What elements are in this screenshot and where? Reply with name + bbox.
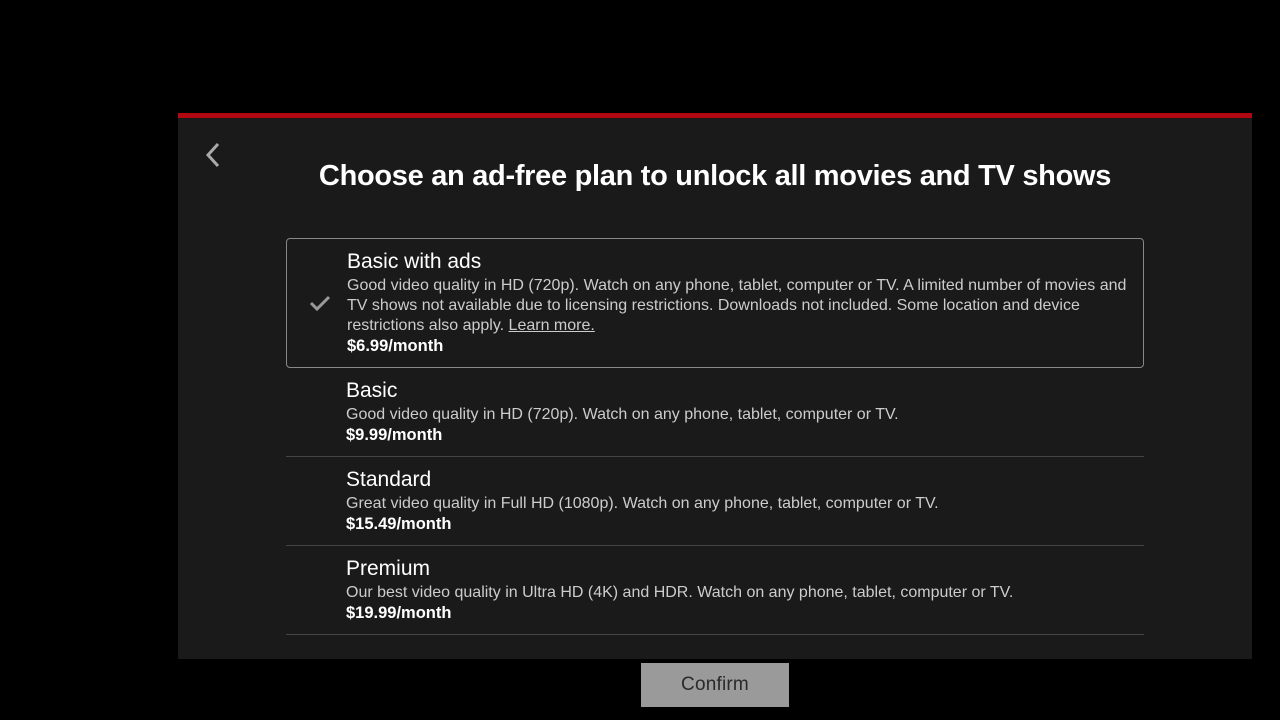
plan-modal: Choose an ad-free plan to unlock all mov… [178,113,1252,659]
plan-description: Great video quality in Full HD (1080p). … [346,494,1144,514]
plan-name: Premium [346,557,1144,581]
confirm-wrap: Confirm [178,663,1252,707]
plan-price: $19.99/month [346,604,1144,623]
plan-price: $9.99/month [346,426,1144,445]
plan-name: Standard [346,468,1144,492]
chevron-left-icon [204,141,222,169]
plan-description: Good video quality in HD (720p). Watch o… [346,405,1144,425]
confirm-button[interactable]: Confirm [641,663,789,707]
modal-title: Choose an ad-free plan to unlock all mov… [178,160,1252,193]
plan-price: $15.49/month [346,515,1144,534]
plan-option-standard[interactable]: Standard Great video quality in Full HD … [286,457,1144,546]
plan-name: Basic with ads [347,250,1133,274]
learn-more-link[interactable]: Learn more. [509,317,595,334]
plan-description: Good video quality in HD (720p). Watch o… [347,276,1133,336]
plan-price: $6.99/month [347,337,1133,356]
back-button[interactable] [198,140,228,170]
plans-list: Basic with ads Good video quality in HD … [286,238,1144,635]
plan-option-basic-with-ads[interactable]: Basic with ads Good video quality in HD … [286,238,1144,368]
check-icon [309,292,331,314]
plan-option-basic[interactable]: Basic Good video quality in HD (720p). W… [286,368,1144,457]
plan-description: Our best video quality in Ultra HD (4K) … [346,583,1144,603]
plan-name: Basic [346,379,1144,403]
plan-option-premium[interactable]: Premium Our best video quality in Ultra … [286,546,1144,635]
